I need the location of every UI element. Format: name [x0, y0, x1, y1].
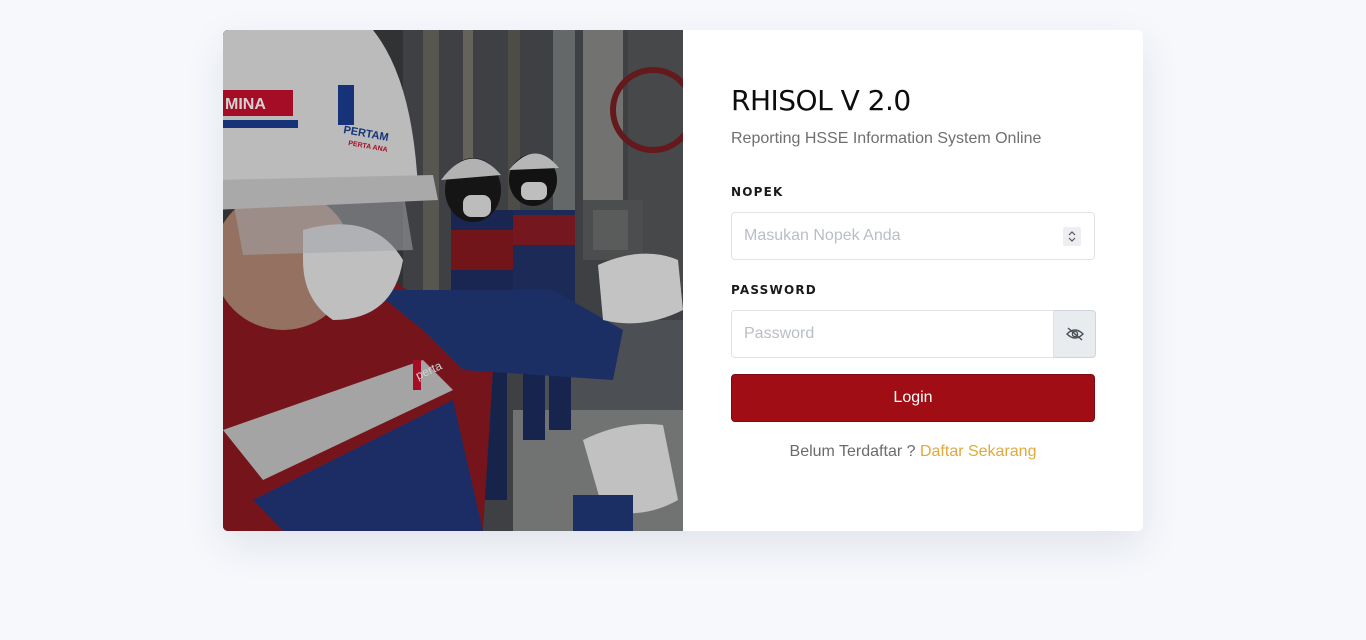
nopek-field-wrapper	[731, 212, 1095, 260]
nopek-label: NOPEK	[731, 185, 784, 199]
login-card: perta MINA PERTAM PERTA ANA RHISOL V 2.0…	[223, 30, 1143, 531]
login-form-panel: RHISOL V 2.0 Reporting HSSE Information …	[683, 30, 1143, 531]
eye-slash-icon	[1065, 327, 1084, 341]
password-field-wrapper	[731, 310, 1054, 358]
nopek-input[interactable]	[732, 213, 1094, 259]
hero-photo: perta MINA PERTAM PERTA ANA	[223, 30, 683, 531]
login-button[interactable]: Login	[731, 374, 1095, 422]
password-label: PASSWORD	[731, 283, 817, 297]
app-title: RHISOL V 2.0	[731, 84, 911, 117]
password-input[interactable]	[732, 311, 1053, 357]
register-link[interactable]: Daftar Sekarang	[920, 443, 1037, 460]
app-subtitle: Reporting HSSE Information System Online	[731, 130, 1042, 147]
register-prompt: Belum Terdaftar ? Daftar Sekarang	[731, 443, 1095, 461]
register-prompt-text: Belum Terdaftar ?	[789, 443, 916, 460]
up-down-chevron-icon[interactable]	[1063, 227, 1081, 246]
toggle-password-button[interactable]	[1054, 310, 1096, 358]
workers-illustration: perta MINA PERTAM PERTA ANA	[223, 30, 683, 531]
password-input-group	[731, 310, 1096, 358]
